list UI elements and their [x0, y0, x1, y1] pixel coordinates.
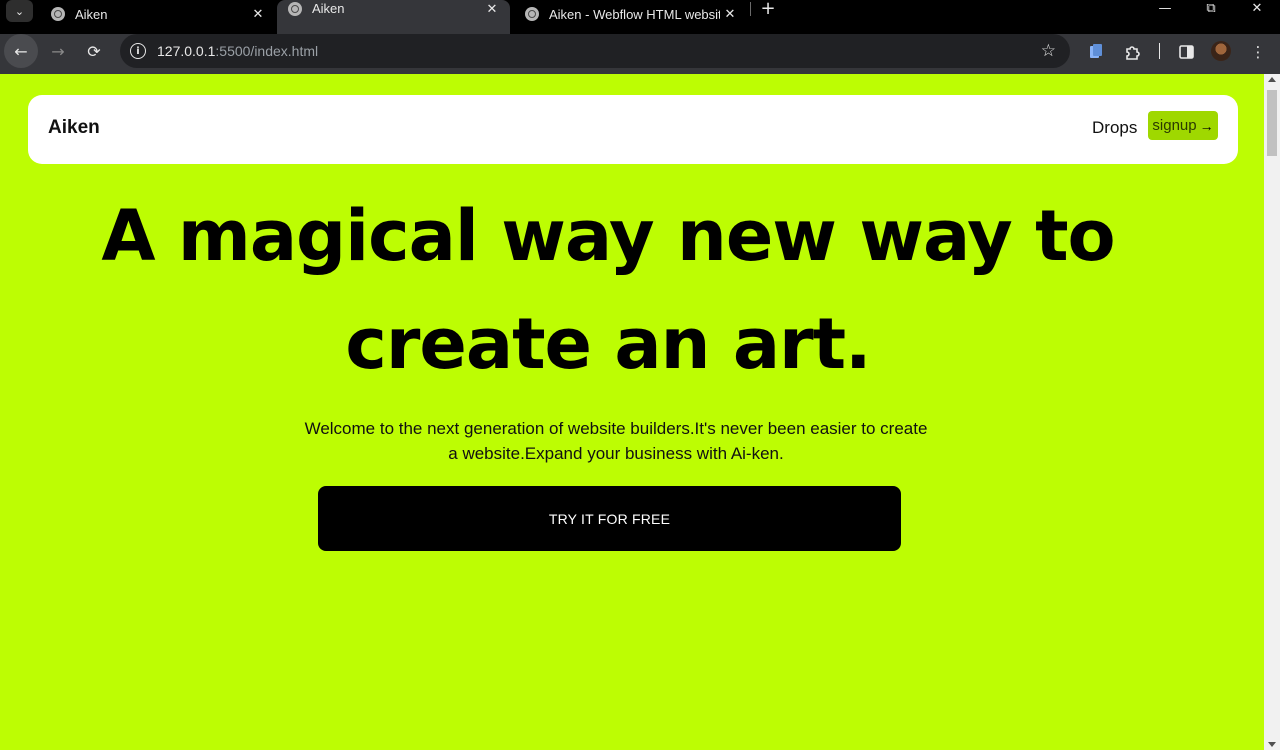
- hero-headline-line-1: A magical way new way to: [101, 195, 1115, 277]
- signup-label: signup: [1152, 117, 1197, 134]
- globe-icon: [288, 1, 302, 16]
- brand-logo-text[interactable]: Aiken: [48, 117, 100, 139]
- tab-title: Aiken: [312, 1, 345, 16]
- minimize-icon[interactable]: —: [1142, 0, 1188, 17]
- browser-toolbar: ← → ⟳ i 127.0.0.1:5500/index.html ☆ ⋮: [0, 34, 1280, 74]
- tab-divider: [750, 2, 751, 16]
- browser-tab-3[interactable]: Aiken - Webflow HTML website ✕: [514, 0, 748, 28]
- hero-headline-line-2: create an art.: [345, 303, 871, 385]
- bookmark-star-icon[interactable]: ☆: [1041, 41, 1056, 61]
- globe-icon: [51, 7, 65, 21]
- new-tab-plus-icon[interactable]: +: [758, 0, 778, 19]
- scroll-up-arrow-icon[interactable]: [1268, 77, 1276, 82]
- extension-bookmark-icon[interactable]: [1086, 42, 1106, 62]
- site-navbar: Aiken Drops signup →: [28, 95, 1238, 164]
- scrollbar-thumb[interactable]: [1267, 90, 1277, 156]
- browser-tab-2[interactable]: Aiken ✕: [277, 0, 510, 34]
- tab-title: Aiken - Webflow HTML website: [549, 6, 720, 22]
- arrow-right-icon: →: [1199, 117, 1214, 134]
- forward-arrow-icon[interactable]: →: [41, 34, 75, 68]
- hero-headline: A magical way new way to create an art.: [0, 182, 1216, 398]
- page-viewport: Aiken Drops signup → A magical way new w…: [0, 74, 1264, 750]
- back-arrow-icon[interactable]: ←: [4, 34, 38, 68]
- nav-link-drops[interactable]: Drops: [1092, 118, 1137, 138]
- try-it-free-button[interactable]: TRY IT FOR FREE: [318, 486, 901, 551]
- close-icon[interactable]: ✕: [482, 1, 502, 17]
- url-host: 127.0.0.1: [157, 43, 216, 59]
- browser-tab-1[interactable]: Aiken ✕: [40, 0, 276, 28]
- extensions-puzzle-icon[interactable]: [1122, 42, 1142, 62]
- menu-kebab-icon[interactable]: ⋮: [1248, 42, 1268, 62]
- profile-avatar[interactable]: [1211, 41, 1231, 61]
- scroll-down-arrow-icon[interactable]: [1268, 742, 1276, 747]
- toolbar-divider: [1159, 43, 1160, 59]
- url-text[interactable]: 127.0.0.1:5500/index.html: [157, 43, 318, 59]
- hero-subtext: Welcome to the next generation of websit…: [304, 419, 928, 463]
- globe-icon: [525, 7, 539, 21]
- signup-button[interactable]: signup →: [1148, 111, 1218, 140]
- tab-search-chevron-icon[interactable]: ⌄: [6, 0, 33, 22]
- side-panel-icon[interactable]: [1176, 42, 1196, 62]
- tab-title: Aiken: [75, 6, 108, 22]
- restore-icon[interactable]: ⧉: [1188, 0, 1234, 17]
- close-icon[interactable]: ✕: [720, 6, 740, 22]
- browser-tab-strip: ⌄ Aiken ✕ Aiken ✕ Aiken - Webflow HTML w…: [0, 0, 1280, 34]
- address-bar[interactable]: i 127.0.0.1:5500/index.html ☆: [120, 34, 1070, 68]
- site-info-icon[interactable]: i: [130, 43, 146, 59]
- page-scrollbar[interactable]: [1264, 74, 1280, 750]
- close-icon[interactable]: ✕: [248, 6, 268, 22]
- url-path: :5500/index.html: [215, 43, 319, 59]
- reload-icon[interactable]: ⟳: [77, 34, 111, 68]
- window-close-icon[interactable]: ✕: [1234, 0, 1280, 17]
